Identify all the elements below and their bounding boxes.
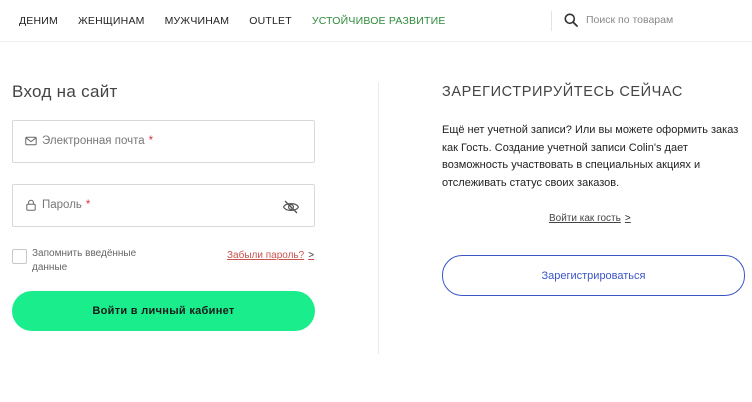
login-button[interactable]: Войти в личный кабинет [12, 291, 315, 331]
nav-item-sustainability[interactable]: УСТОЙЧИВОЕ РАЗВИТИЕ [312, 15, 446, 27]
nav-item-denim[interactable]: ДЕНИМ [19, 15, 58, 27]
lock-icon [26, 199, 36, 211]
header-divider [551, 11, 552, 31]
register-button[interactable]: Зарегистрироваться [442, 255, 745, 296]
nav-item-outlet[interactable]: OUTLET [249, 15, 292, 27]
search-box [564, 13, 746, 27]
forgot-password-link[interactable]: Забыли пароль? > [227, 250, 314, 261]
password-field[interactable]: Пароль * [12, 184, 315, 227]
password-field-label: Пароль * [42, 199, 91, 211]
top-bar: ДЕНИМ ЖЕНЩИНАМ МУЖЧИНАМ OUTLET УСТОЙЧИВО… [0, 0, 752, 42]
envelope-icon [25, 136, 37, 146]
column-divider [378, 82, 379, 354]
remember-me: Запомнить введённые данные [12, 247, 152, 275]
remember-label: Запомнить введённые данные [32, 248, 137, 273]
remember-checkbox[interactable] [12, 249, 27, 264]
main-nav: ДЕНИМ ЖЕНЩИНАМ МУЖЧИНАМ OUTLET УСТОЙЧИВО… [19, 15, 466, 27]
register-title: ЗАРЕГИСТРИРУЙТЕСЬ СЕЙЧАС [442, 84, 683, 100]
email-field[interactable]: Электронная почта * [12, 120, 315, 163]
register-description: Ещё нет учетной записи? Или вы можете оф… [442, 124, 739, 189]
nav-item-men[interactable]: МУЖЧИНАМ [165, 15, 230, 27]
login-title: Вход на сайт [12, 82, 118, 101]
guest-login-link[interactable]: Войти как гость > [549, 213, 631, 224]
chevron-right-icon: > [624, 213, 631, 224]
search-input[interactable] [586, 14, 746, 26]
search-icon[interactable] [564, 13, 578, 27]
nav-item-women[interactable]: ЖЕНЩИНАМ [78, 15, 145, 27]
eye-off-icon[interactable] [282, 199, 300, 215]
email-field-label: Электронная почта * [42, 135, 154, 147]
chevron-right-icon: > [308, 250, 315, 261]
